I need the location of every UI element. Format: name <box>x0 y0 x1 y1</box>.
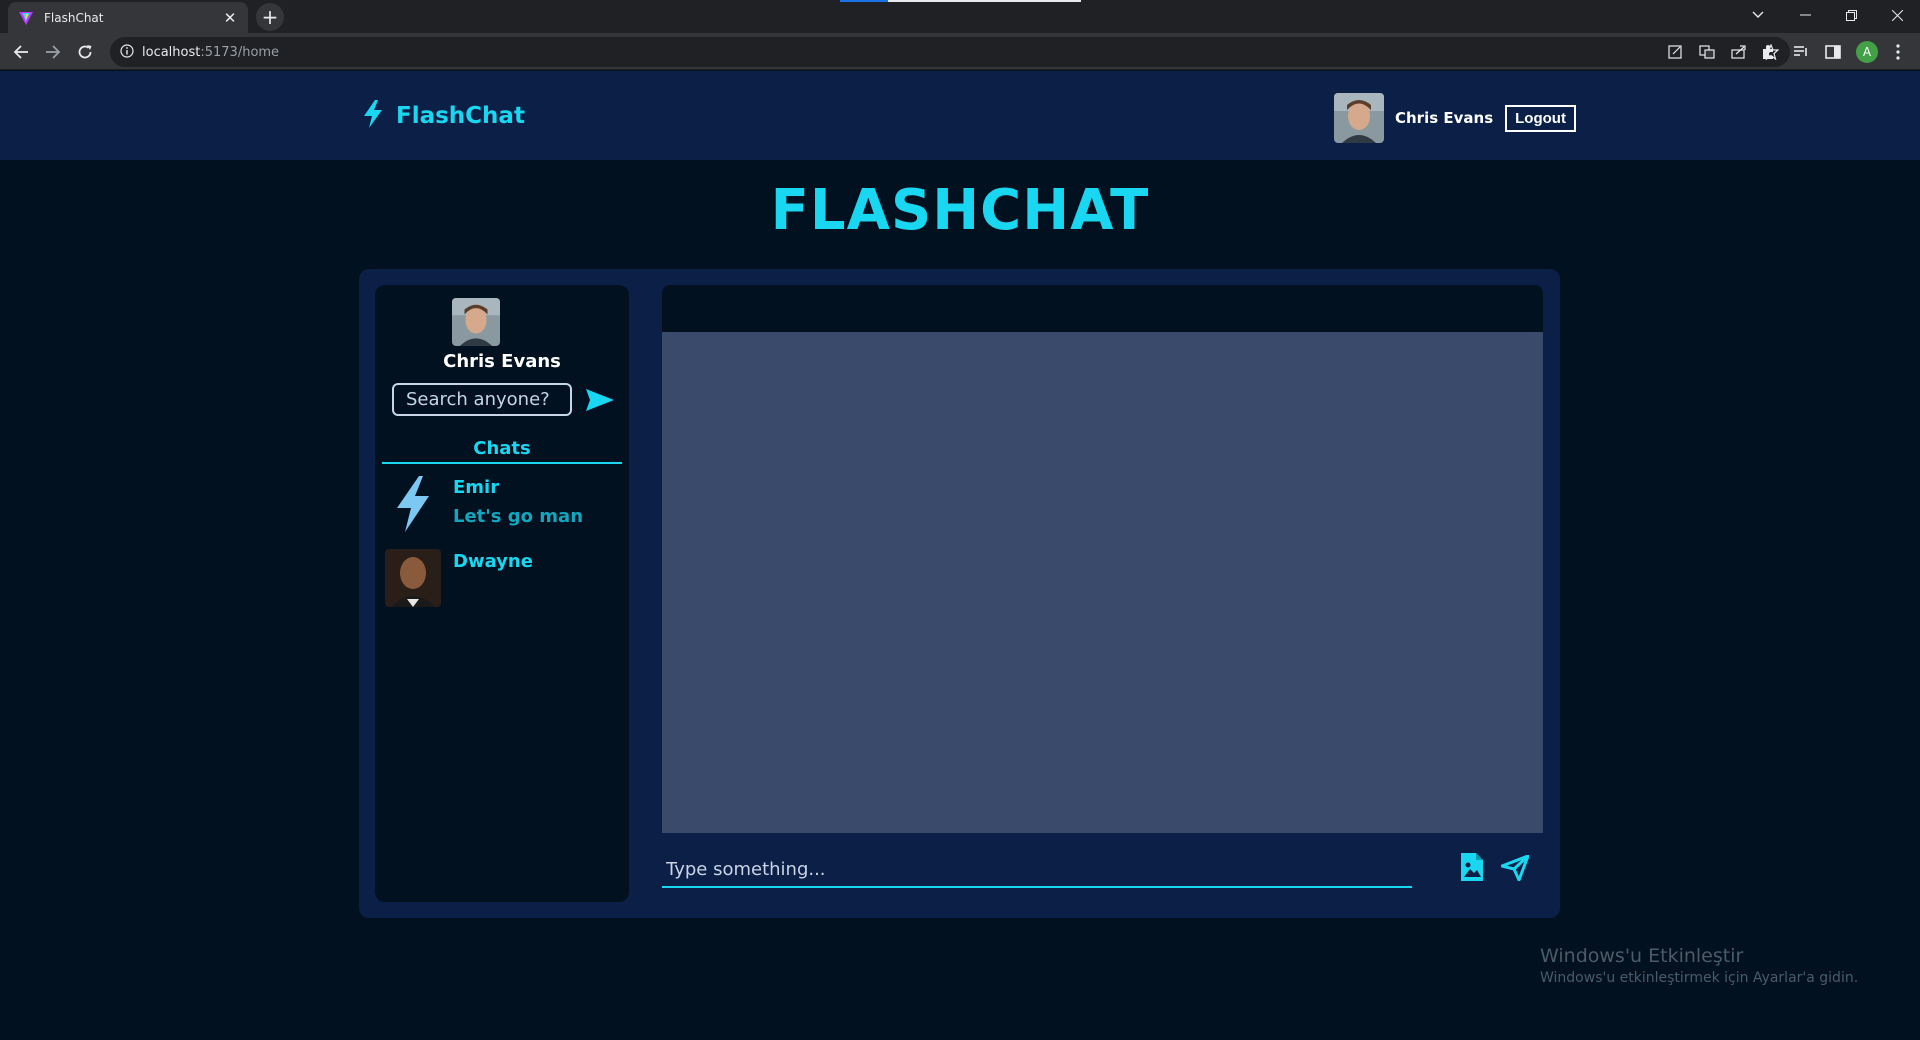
brand-name: FlashChat <box>396 103 525 129</box>
reading-list-icon[interactable] <box>1791 42 1811 62</box>
extensions-icon[interactable] <box>1758 42 1778 62</box>
chats-tab[interactable]: Chats <box>382 438 622 464</box>
chat-list-item-dwayne[interactable]: Dwayne <box>385 549 621 607</box>
chat-avatar <box>385 549 441 607</box>
tab-loading-bar <box>840 0 888 2</box>
open-in-app-icon[interactable] <box>1666 43 1684 61</box>
user-avatar <box>1334 93 1384 143</box>
url-host: localhost <box>142 44 201 60</box>
logout-button[interactable]: Logout <box>1505 104 1576 132</box>
forward-icon[interactable] <box>39 38 67 66</box>
chat-list-item-emir[interactable]: Emir Let's go man <box>385 475 621 533</box>
navbar-user: Chris Evans Logout <box>1334 93 1576 143</box>
lightning-icon <box>385 475 441 533</box>
search-send-icon[interactable] <box>584 385 616 415</box>
minimize-icon[interactable] <box>1782 0 1828 30</box>
tab-loading-track <box>888 0 1081 2</box>
browser-menu-icon[interactable] <box>1888 42 1908 62</box>
chat-panel <box>662 285 1543 845</box>
tab-close-icon[interactable]: ✕ <box>222 9 238 27</box>
search-input[interactable] <box>392 383 572 416</box>
side-panel-icon[interactable] <box>1823 42 1843 62</box>
chat-last-message: Let's go man <box>453 506 584 527</box>
lightning-icon <box>362 99 384 133</box>
browser-toolbar: localhost:5173/home A <box>0 33 1920 70</box>
chat-container: Chris Evans Chats Emir Let's go man Dway <box>359 269 1560 918</box>
back-icon[interactable] <box>7 38 35 66</box>
image-upload-icon[interactable] <box>1457 851 1487 883</box>
address-bar[interactable]: localhost:5173/home <box>110 37 1790 67</box>
navbar-username: Chris Evans <box>1395 109 1494 127</box>
browser-tab[interactable]: FlashChat ✕ <box>8 2 248 33</box>
sidebar-username: Chris Evans <box>443 351 561 372</box>
chat-name: Dwayne <box>453 551 533 572</box>
send-icon[interactable] <box>1499 853 1531 883</box>
url-path: :5173/home <box>200 44 280 60</box>
messages-area[interactable] <box>662 332 1543 833</box>
new-tab-button[interactable]: + <box>256 3 284 31</box>
site-info-icon[interactable] <box>120 43 134 62</box>
reload-icon[interactable] <box>71 38 99 66</box>
chat-sidebar: Chris Evans Chats Emir Let's go man Dway <box>375 285 629 902</box>
chat-name: Emir <box>453 477 500 498</box>
message-input[interactable] <box>662 852 1412 888</box>
activation-title: Windows'u Etkinleştir <box>1540 945 1744 967</box>
browser-tab-strip: FlashChat ✕ + <box>0 0 1920 33</box>
activation-subtitle: Windows'u etkinleştirmek için Ayarlar'a … <box>1540 970 1859 986</box>
sidebar-user-avatar <box>452 298 500 346</box>
profile-avatar[interactable]: A <box>1856 41 1878 63</box>
close-window-icon[interactable] <box>1874 0 1920 30</box>
brand-logo[interactable]: FlashChat <box>362 99 525 133</box>
share-icon[interactable] <box>1730 43 1748 61</box>
page-title: FLASHCHAT <box>770 178 1150 243</box>
tab-search-icon[interactable] <box>1735 0 1781 30</box>
tab-title: FlashChat <box>44 10 104 25</box>
translate-icon[interactable] <box>1698 43 1716 61</box>
vite-favicon-icon <box>18 10 34 26</box>
app-navbar: FlashChat Chris Evans Logout <box>0 71 1920 160</box>
chat-header <box>662 285 1543 332</box>
restore-icon[interactable] <box>1828 0 1874 30</box>
windows-activation-watermark: Windows'u Etkinleştir Windows'u etkinleş… <box>1540 945 1858 986</box>
